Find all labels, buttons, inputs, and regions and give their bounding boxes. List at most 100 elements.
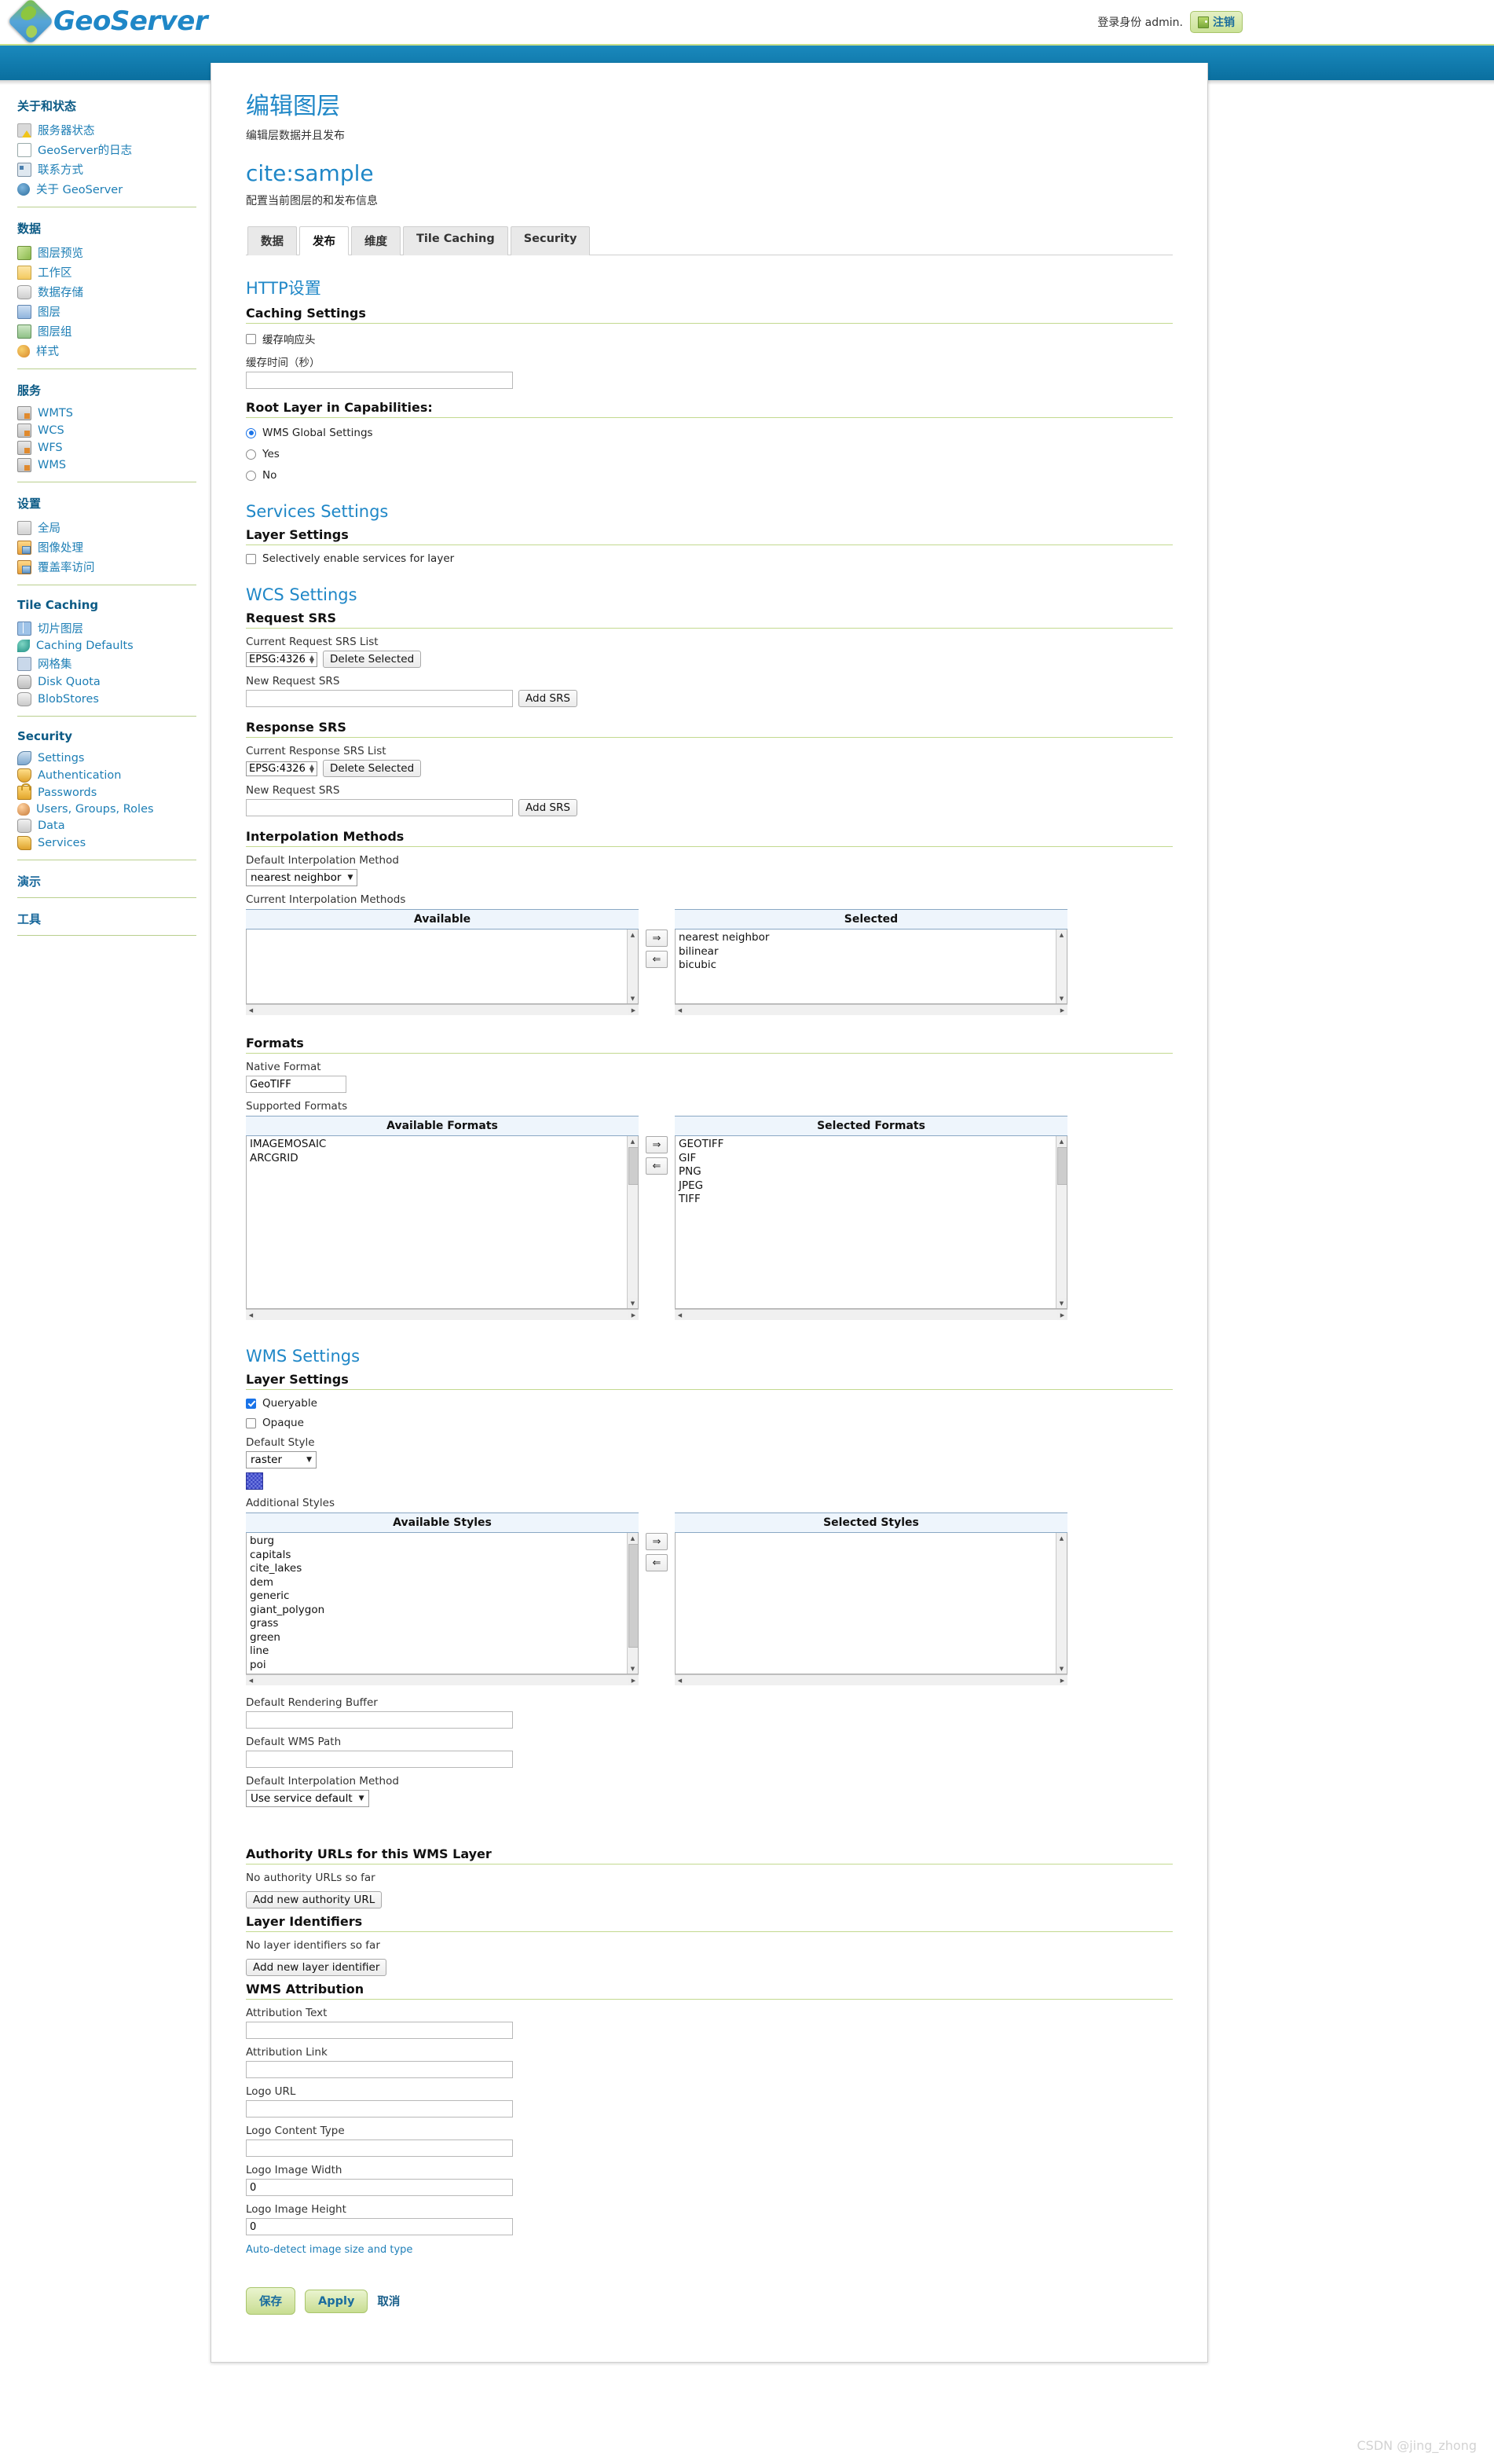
response-headers-checkbox[interactable] [246,333,256,344]
list-item[interactable]: green [250,1631,635,1645]
sidebar-item-wfs[interactable]: WFS [17,439,196,456]
rendering-buffer-input[interactable] [246,1711,513,1729]
scroll-left-icon[interactable]: ◀ [675,1310,685,1320]
vertical-scrollbar[interactable]: ▲ ▼ [627,930,638,1003]
sidebar-item-layer-preview[interactable]: 图层预览 [17,243,196,262]
sidebar-item-authentication[interactable]: Authentication [17,767,196,784]
horizontal-scrollbar[interactable]: ◀ ▶ [246,1004,639,1015]
cache-time-input[interactable] [246,372,513,389]
logo-url-input[interactable] [246,2100,513,2118]
response-headers-row[interactable]: 缓存响应头 [246,331,1173,346]
add-authority-url-button[interactable]: Add new authority URL [246,1891,383,1908]
list-item[interactable]: PNG [679,1165,1064,1179]
sidebar-item-contact[interactable]: 联系方式 [17,160,196,179]
root-layer-option-global[interactable]: WMS Global Settings [246,427,1173,439]
list-item[interactable]: ARCGRID [250,1152,635,1166]
scroll-right-icon[interactable]: ▶ [628,1675,639,1685]
queryable-checkbox[interactable] [246,1398,256,1409]
logout-button[interactable]: 注销 [1190,11,1243,33]
list-item[interactable]: poi [250,1659,635,1673]
scroll-left-icon[interactable]: ◀ [675,1675,685,1685]
cancel-button[interactable]: 取消 [377,2293,400,2309]
list-item[interactable]: giant_polygon [250,1604,635,1618]
arrow-left-icon[interactable]: ⇐ [646,1157,668,1175]
vertical-scrollbar[interactable]: ▲ ▼ [1056,1533,1067,1674]
horizontal-scrollbar[interactable]: ◀ ▶ [246,1309,639,1320]
selective-services-row[interactable]: Selectively enable services for layer [246,552,1173,565]
radio-yes[interactable] [246,449,256,460]
vertical-scrollbar[interactable]: ▲ ▼ [1056,1136,1067,1308]
sidebar-item-blobstores[interactable]: BlobStores [17,691,196,708]
scroll-left-icon[interactable]: ◀ [246,1675,256,1685]
sidebar-item-users-groups-roles[interactable]: Users, Groups, Roles [17,801,196,817]
scrollbar-thumb[interactable] [628,1544,638,1648]
geoserver-logo[interactable]: GeoServer [7,0,208,45]
sidebar-item-layergroups[interactable]: 图层组 [17,321,196,341]
save-button[interactable]: 保存 [246,2287,295,2315]
scroll-up-icon[interactable]: ▲ [1056,1533,1067,1543]
list-item[interactable]: bilinear [679,945,1064,959]
arrow-right-icon[interactable]: ⇒ [646,930,668,947]
sidebar-item-coverage-access[interactable]: 覆盖率访问 [17,557,196,577]
new-response-srs-input[interactable] [246,799,513,816]
new-request-srs-input[interactable] [246,690,513,707]
list-item[interactable]: nearest neighbor [679,931,1064,945]
formats-selected-list[interactable]: GEOTIFF GIF PNG JPEG TIFF ▲ ▼ [675,1136,1067,1309]
logo-image-height-input[interactable] [246,2218,513,2235]
sidebar-item-wcs[interactable]: WCS [17,422,196,439]
arrow-right-icon[interactable]: ⇒ [646,1533,668,1550]
list-item[interactable]: line [250,1644,635,1659]
selective-services-checkbox[interactable] [246,553,256,564]
vertical-scrollbar[interactable]: ▲ ▼ [627,1136,638,1308]
sidebar-item-passwords[interactable]: Passwords [17,783,196,801]
horizontal-scrollbar[interactable]: ◀ ▶ [675,1004,1067,1015]
logo-image-width-input[interactable] [246,2179,513,2196]
sidebar-item-about-geoserver[interactable]: 关于 GeoServer [17,179,196,199]
sidebar-item-geoserver-logs[interactable]: GeoServer的日志 [17,140,196,160]
interpolation-selected-list[interactable]: nearest neighbor bilinear bicubic ▲ ▼ [675,930,1067,1004]
scroll-up-icon[interactable]: ▲ [1056,1136,1067,1146]
sidebar-item-wmts[interactable]: WMTS [17,405,196,422]
sidebar-item-services-security[interactable]: Services [17,834,196,852]
sidebar-item-caching-defaults[interactable]: Caching Defaults [17,638,196,654]
scroll-up-icon[interactable]: ▲ [1056,930,1067,940]
attribution-link-input[interactable] [246,2061,513,2078]
attribution-text-input[interactable] [246,2022,513,2039]
scroll-left-icon[interactable]: ◀ [246,1005,256,1015]
tab-tile-caching[interactable]: Tile Caching [403,226,508,255]
scroll-up-icon[interactable]: ▲ [628,1136,638,1146]
styles-selected-list[interactable]: ▲ ▼ [675,1533,1067,1674]
horizontal-scrollbar[interactable]: ◀ ▶ [246,1674,639,1685]
sidebar-item-image-processing[interactable]: 图像处理 [17,537,196,557]
default-interpolation-select[interactable]: nearest neighbor ▼ [246,869,358,886]
list-item[interactable]: TIFF [679,1193,1064,1207]
scroll-right-icon[interactable]: ▶ [628,1005,639,1015]
sidebar-item-security-settings[interactable]: Settings [17,750,196,767]
tab-dimensions[interactable]: 维度 [351,226,401,255]
current-response-srs-select[interactable]: EPSG:4326 ▲ ▼ [246,761,317,776]
arrow-left-icon[interactable]: ⇐ [646,1554,668,1571]
list-item[interactable]: capitals [250,1549,635,1563]
list-item[interactable]: bicubic [679,959,1064,973]
list-item[interactable]: IMAGEMOSAIC [250,1138,635,1152]
default-style-select[interactable]: raster ▼ [246,1451,317,1468]
scroll-down-icon[interactable]: ▼ [628,1663,638,1674]
formats-available-list[interactable]: IMAGEMOSAIC ARCGRID ▲ ▼ [246,1136,639,1309]
list-item[interactable]: JPEG [679,1179,1064,1194]
horizontal-scrollbar[interactable]: ◀ ▶ [675,1309,1067,1320]
root-layer-option-no[interactable]: No [246,469,1173,482]
list-item[interactable]: dem [250,1576,635,1590]
queryable-row[interactable]: Queryable [246,1397,1173,1410]
scroll-down-icon[interactable]: ▼ [628,1298,638,1308]
vertical-scrollbar[interactable]: ▲ ▼ [627,1533,638,1674]
horizontal-scrollbar[interactable]: ◀ ▶ [675,1674,1067,1685]
list-item[interactable]: burg [250,1534,635,1549]
add-response-srs-button[interactable]: Add SRS [518,799,577,816]
sidebar-group-title-demo[interactable]: 演示 [17,873,196,889]
list-item[interactable]: generic [250,1590,635,1604]
sidebar-group-title-tools[interactable]: 工具 [17,911,196,927]
radio-wms-global[interactable] [246,427,256,438]
sidebar-item-tile-layers[interactable]: 切片图层 [17,618,196,638]
list-item[interactable]: GEOTIFF [679,1138,1064,1152]
arrow-right-icon[interactable]: ⇒ [646,1136,668,1153]
